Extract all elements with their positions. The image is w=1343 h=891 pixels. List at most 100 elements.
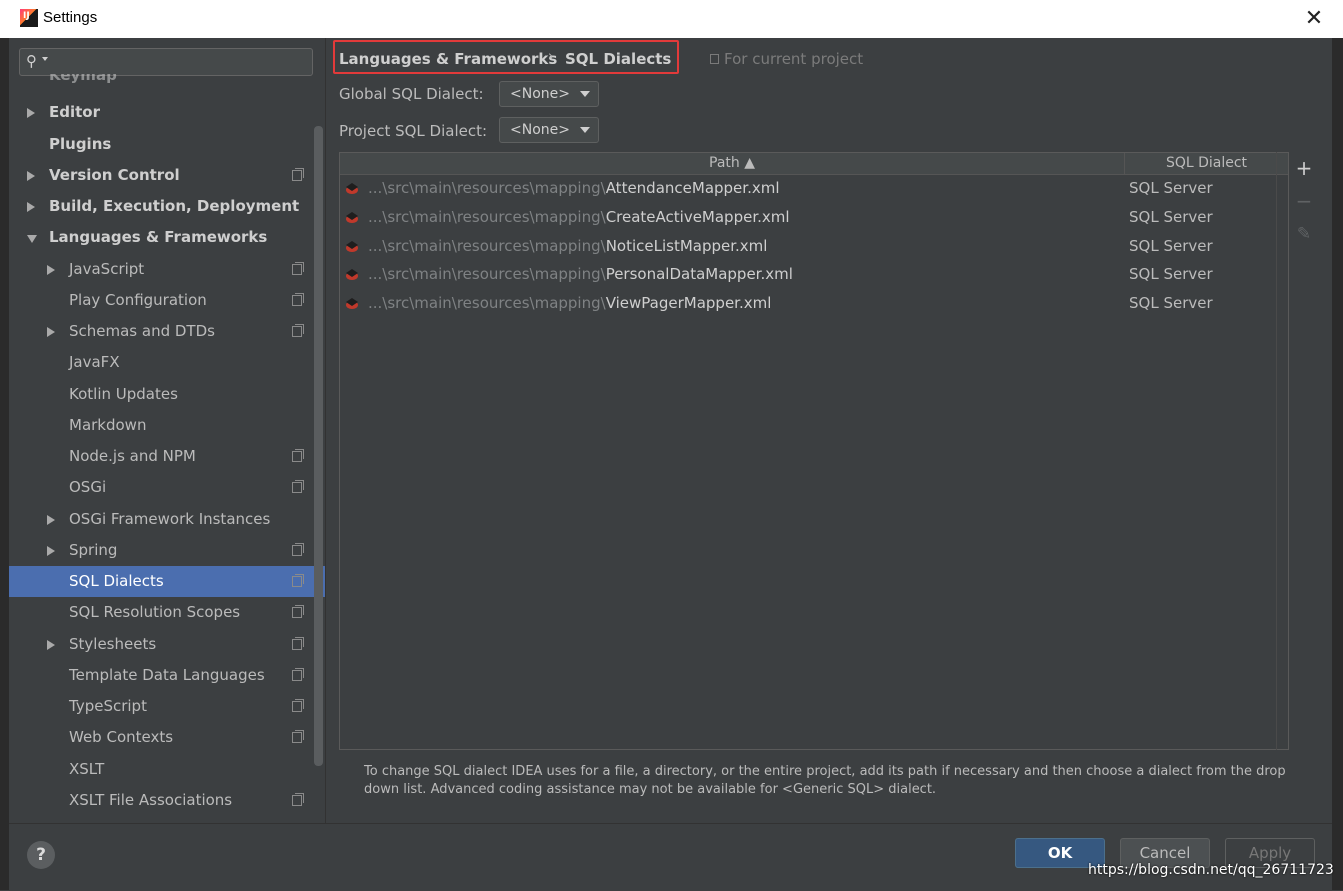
dialect-cell[interactable]: SQL Server: [1129, 208, 1213, 226]
sidebar-item[interactable]: OSGi Framework Instances: [9, 504, 325, 535]
sidebar-item[interactable]: SQL Dialects: [9, 566, 325, 597]
sidebar-item-label: Keymap: [49, 74, 117, 84]
chevron-right-icon[interactable]: [27, 170, 35, 181]
project-scope-icon: [292, 292, 304, 306]
path-cell: ...\src\main\resources\mapping\ViewPager…: [368, 294, 771, 312]
table-row[interactable]: ...\src\main\resources\mapping\PersonalD…: [340, 261, 1288, 290]
sidebar-item[interactable]: Keymap: [9, 74, 325, 92]
sidebar-item-label: XSLT: [69, 759, 105, 778]
dialect-cell[interactable]: SQL Server: [1129, 265, 1213, 283]
sidebar-item-label: SQL Dialects: [69, 572, 164, 590]
sidebar-item[interactable]: JavaScript: [9, 254, 325, 285]
settings-search-input[interactable]: ⚲: [19, 48, 313, 76]
chevron-right-icon[interactable]: [47, 514, 55, 525]
sidebar-item[interactable]: Version Control: [9, 160, 325, 191]
sidebar-item-label: Template Data Languages: [69, 665, 265, 684]
edit-icon[interactable]: ✎: [1294, 224, 1314, 244]
sidebar-item[interactable]: Kotlin Updates: [9, 379, 325, 410]
chevron-right-icon[interactable]: [47, 327, 55, 337]
sidebar-item[interactable]: TypeScript: [9, 691, 325, 722]
sidebar-item[interactable]: OSGi: [9, 472, 325, 503]
help-button[interactable]: ?: [27, 841, 55, 869]
window-title: Settings: [43, 9, 98, 26]
project-dialect-value: <None>: [510, 122, 570, 138]
breadcrumb-parent[interactable]: Languages & Frameworks: [339, 50, 557, 68]
sidebar-item-label: Markdown: [69, 415, 147, 434]
breadcrumb-current: SQL Dialects: [565, 50, 672, 68]
table-toolbar-divider: [1276, 152, 1277, 750]
chevron-down-icon[interactable]: [27, 235, 37, 244]
dialect-cell[interactable]: SQL Server: [1129, 294, 1213, 312]
sidebar-item-label: XSLT File Associations: [69, 790, 233, 809]
sidebar-item[interactable]: Stylesheets: [9, 629, 325, 660]
global-dialect-select[interactable]: <None>: [499, 81, 599, 107]
project-scope-icon: [292, 449, 304, 462]
dialect-cell[interactable]: SQL Server: [1129, 179, 1213, 197]
close-button[interactable]: ✕: [1300, 5, 1328, 33]
project-scope-icon: [292, 261, 304, 275]
background-window-edge-right: [1332, 38, 1343, 890]
column-header-path[interactable]: Path ▲: [340, 153, 1125, 174]
sidebar-scrollbar[interactable]: [314, 126, 323, 766]
project-scope-icon: [292, 792, 304, 806]
chevron-right-icon[interactable]: [27, 202, 35, 212]
sidebar-item[interactable]: XSLT: [9, 754, 325, 785]
table-row[interactable]: ...\src\main\resources\mapping\NoticeLis…: [340, 233, 1288, 262]
sidebar-item[interactable]: Node.js and NPM: [9, 441, 325, 472]
sidebar-item-label: Version Control: [49, 165, 180, 184]
sidebar-item[interactable]: Template Data Languages: [9, 660, 325, 691]
search-options-arrow-icon[interactable]: [42, 57, 48, 61]
table-row[interactable]: ...\src\main\resources\mapping\CreateAct…: [340, 204, 1288, 233]
path-filename: PersonalDataMapper.xml: [605, 265, 793, 284]
path-directory: ...\src\main\resources\mapping\: [368, 265, 606, 284]
sidebar-item-label: JavaFX: [69, 353, 120, 372]
chevron-right-icon[interactable]: [47, 639, 55, 650]
column-header-sql-dialect[interactable]: SQL Dialect: [1125, 153, 1288, 174]
add-icon[interactable]: +: [1294, 158, 1314, 178]
sidebar-item[interactable]: Build, Execution, Deployment: [9, 191, 325, 222]
sidebar-item[interactable]: Schemas and DTDs: [9, 316, 325, 347]
chevron-right-icon[interactable]: [47, 264, 55, 275]
sql-file-icon: [346, 211, 358, 223]
sidebar-item[interactable]: XSLT File Associations: [9, 785, 325, 816]
sql-file-icon: [346, 298, 358, 310]
sidebar-item[interactable]: Markdown: [9, 410, 325, 441]
watermark-url: https://blog.csdn.net/qq_26711723: [1088, 862, 1334, 878]
sidebar-item[interactable]: SQL Resolution Scopes: [9, 597, 325, 628]
project-dialect-select[interactable]: <None>: [499, 117, 599, 143]
global-dialect-value: <None>: [510, 86, 570, 102]
sidebar-item[interactable]: Editor: [9, 97, 325, 128]
sidebar-item[interactable]: Spring: [9, 535, 325, 566]
remove-icon[interactable]: −: [1294, 191, 1314, 211]
sidebar-item[interactable]: Languages & Frameworks: [9, 222, 325, 253]
dialect-cell[interactable]: SQL Server: [1129, 237, 1213, 255]
sidebar-item[interactable]: Plugins: [9, 129, 325, 160]
project-scope-icon: [710, 54, 719, 64]
sidebar-item-label: Web Contexts: [69, 728, 174, 747]
for-current-project-label: For current project: [724, 50, 864, 68]
project-scope-icon: [292, 324, 304, 337]
title-bar: IJ Settings ✕: [0, 0, 1343, 39]
path-filename: NoticeListMapper.xml: [605, 236, 768, 255]
table-row[interactable]: ...\src\main\resources\mapping\Attendanc…: [340, 175, 1288, 204]
path-filename: AttendanceMapper.xml: [605, 179, 780, 197]
project-dialect-label: Project SQL Dialect:: [339, 122, 488, 140]
path-directory: ...\src\main\resources\mapping\: [368, 236, 606, 255]
path-directory: ...\src\main\resources\mapping\: [368, 294, 606, 313]
search-icon: ⚲: [26, 52, 37, 70]
sidebar-item[interactable]: JavaFX: [9, 347, 325, 378]
project-scope-icon: [292, 480, 304, 494]
sidebar-item-label: Spring: [69, 540, 118, 559]
sidebar-item[interactable]: Play Configuration: [9, 285, 325, 316]
table-row[interactable]: ...\src\main\resources\mapping\ViewPager…: [340, 290, 1288, 319]
sql-file-icon: [346, 183, 358, 194]
project-scope-icon: [292, 167, 304, 181]
chevron-right-icon[interactable]: [47, 545, 55, 556]
chevron-right-icon[interactable]: [27, 108, 35, 119]
path-directory: ...\src\main\resources\mapping\: [368, 207, 606, 226]
project-scope-icon: [292, 636, 304, 650]
project-scope-icon: [292, 574, 304, 587]
global-dialect-label: Global SQL Dialect:: [339, 85, 484, 103]
breadcrumb-separator: ›: [548, 49, 554, 64]
sidebar-item[interactable]: Web Contexts: [9, 722, 325, 753]
